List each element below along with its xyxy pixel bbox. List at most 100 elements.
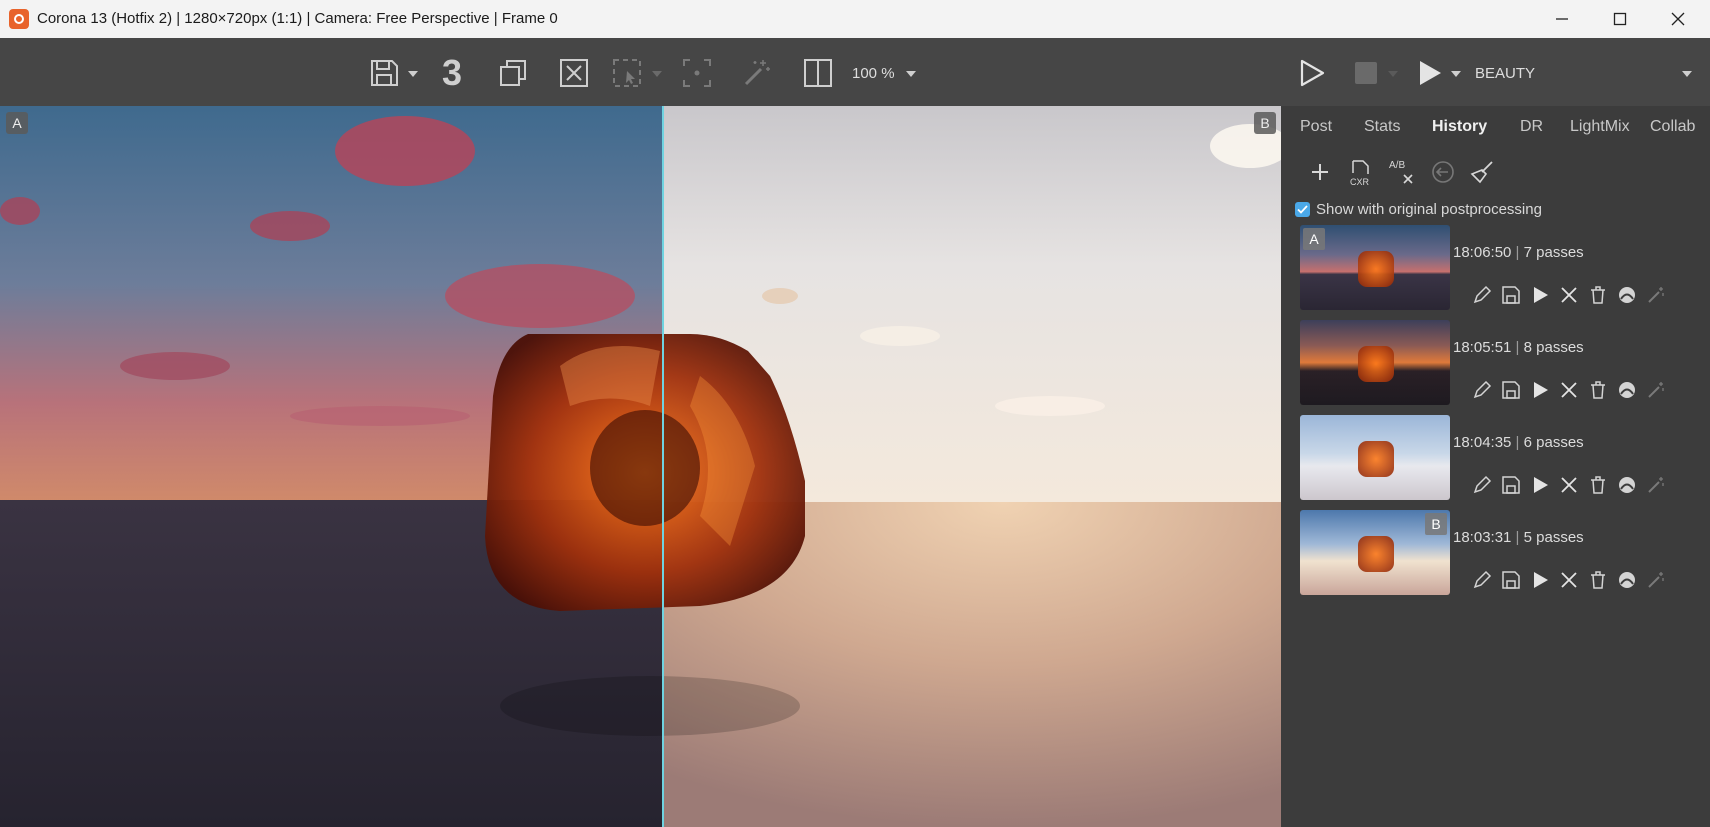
save-cxr-icon[interactable]: CXR (1346, 158, 1376, 188)
history-timestamp: 18:06:50 (1453, 244, 1512, 261)
lightmix-icon[interactable] (1615, 283, 1639, 307)
wand-icon[interactable] (1644, 378, 1668, 402)
region-render-icon[interactable] (607, 53, 647, 93)
viewport-label-b: B (1254, 112, 1276, 134)
history-thumbnail[interactable]: A (1300, 225, 1450, 310)
zoom-level[interactable]: 100 % (852, 60, 902, 86)
trash-icon[interactable] (1586, 283, 1610, 307)
svg-text:CXR: CXR (1350, 177, 1370, 187)
wand-icon[interactable] (1644, 473, 1668, 497)
zoom-dropdown-icon[interactable] (902, 66, 920, 82)
region-dropdown-icon[interactable] (648, 66, 666, 82)
resume-render-icon[interactable] (1412, 53, 1448, 93)
lightmix-icon[interactable] (1615, 378, 1639, 402)
pencil-icon[interactable] (1470, 473, 1494, 497)
history-time: 18:03:31 | 5 passes (1453, 529, 1584, 546)
history-passes: 6 passes (1523, 434, 1584, 451)
history-actions (1470, 378, 1668, 402)
trash-icon[interactable] (1586, 378, 1610, 402)
broom-icon[interactable] (1468, 158, 1496, 186)
save-dropdown-icon[interactable] (404, 66, 422, 82)
history-timestamp: 18:05:51 (1453, 339, 1512, 356)
close-icon[interactable] (1557, 473, 1581, 497)
thumbnail-object (1358, 251, 1394, 287)
pencil-icon[interactable] (1470, 378, 1494, 402)
tab-history[interactable]: History (1432, 112, 1487, 142)
render-dropdown-icon[interactable] (1447, 66, 1465, 82)
start-render-icon[interactable] (1294, 53, 1330, 93)
tab-stats[interactable]: Stats (1364, 112, 1400, 142)
plus-icon[interactable] (1306, 158, 1334, 186)
render-image (0, 106, 1281, 827)
history-separator: | (1511, 434, 1524, 451)
tab-lightmix[interactable]: LightMix (1570, 112, 1630, 142)
main-toolbar: 3 100 % BEAUTY (0, 38, 1710, 106)
close-icon[interactable] (1557, 283, 1581, 307)
clear-vfb-icon[interactable] (554, 53, 594, 93)
lightmix-icon[interactable] (1615, 568, 1639, 592)
lightmix-icon[interactable] (1615, 473, 1639, 497)
history-item[interactable]: 18:04:35 | 6 passes (1300, 415, 1700, 501)
history-passes: 7 passes (1523, 244, 1584, 261)
play-icon[interactable] (1528, 568, 1552, 592)
revert-icon[interactable] (1429, 158, 1457, 186)
history-timestamp: 18:03:31 (1453, 529, 1512, 546)
history-time: 18:04:35 | 6 passes (1453, 434, 1584, 451)
render-element-select[interactable]: BEAUTY (1475, 60, 1675, 86)
show-original-row[interactable]: Show with original postprocessing (1295, 198, 1542, 220)
denoise-wand-icon[interactable] (737, 53, 777, 93)
stop-dropdown-icon[interactable] (1384, 66, 1402, 82)
history-separator: | (1511, 244, 1524, 261)
play-icon[interactable] (1528, 283, 1552, 307)
play-icon[interactable] (1528, 473, 1552, 497)
history-thumbnail[interactable]: B (1300, 510, 1450, 595)
side-panel: Post Stats History DR LightMix Collab CX… (1281, 106, 1710, 827)
history-item[interactable]: A 18:06:50 | 7 passes (1300, 225, 1700, 311)
minimize-button[interactable] (1533, 0, 1591, 38)
thumbnail-object (1358, 346, 1394, 382)
tab-post[interactable]: Post (1300, 112, 1332, 142)
save-icon[interactable] (1499, 568, 1523, 592)
wand-icon[interactable] (1644, 568, 1668, 592)
trash-icon[interactable] (1586, 568, 1610, 592)
copy-icon[interactable] (493, 53, 533, 93)
history-actions (1470, 473, 1668, 497)
stop-render-icon[interactable] (1351, 53, 1381, 93)
history-passes: 5 passes (1523, 529, 1584, 546)
tab-collab[interactable]: Collab (1650, 112, 1695, 142)
pencil-icon[interactable] (1470, 283, 1494, 307)
ab-compare-icon[interactable] (798, 53, 838, 93)
play-icon[interactable] (1528, 378, 1552, 402)
save-icon[interactable] (1499, 283, 1523, 307)
trash-icon[interactable] (1586, 473, 1610, 497)
history-thumbnail[interactable] (1300, 415, 1450, 500)
thumbnail-object (1358, 441, 1394, 477)
pass-count-label: 3 (441, 52, 463, 93)
title-bar: Corona 13 (Hotfix 2) | 1280×720px (1:1) … (0, 0, 1710, 39)
focus-point-icon[interactable] (677, 53, 717, 93)
history-actions (1470, 283, 1668, 307)
close-icon[interactable] (1557, 568, 1581, 592)
ab-clear-icon[interactable]: A/B (1386, 156, 1418, 188)
close-window-button[interactable] (1649, 0, 1707, 38)
history-time: 18:05:51 | 8 passes (1453, 339, 1584, 356)
pencil-icon[interactable] (1470, 568, 1494, 592)
history-separator: | (1511, 339, 1524, 356)
history-badge-b: B (1425, 513, 1447, 535)
render-element-dropdown-icon[interactable] (1678, 66, 1696, 82)
render-viewport[interactable]: A B (0, 106, 1281, 827)
save-icon[interactable] (1499, 378, 1523, 402)
corona-app-icon (9, 9, 29, 29)
save-image-button[interactable] (364, 53, 404, 93)
wand-icon[interactable] (1644, 283, 1668, 307)
show-original-checkbox[interactable] (1295, 201, 1310, 217)
history-passes: 8 passes (1523, 339, 1584, 356)
close-icon[interactable] (1557, 378, 1581, 402)
history-item[interactable]: 18:05:51 | 8 passes (1300, 320, 1700, 406)
history-thumbnail[interactable] (1300, 320, 1450, 405)
tab-dr[interactable]: DR (1520, 112, 1543, 142)
thumbnail-object (1358, 536, 1394, 572)
save-icon[interactable] (1499, 473, 1523, 497)
maximize-button[interactable] (1591, 0, 1649, 38)
history-item[interactable]: B 18:03:31 | 5 passes (1300, 510, 1700, 596)
